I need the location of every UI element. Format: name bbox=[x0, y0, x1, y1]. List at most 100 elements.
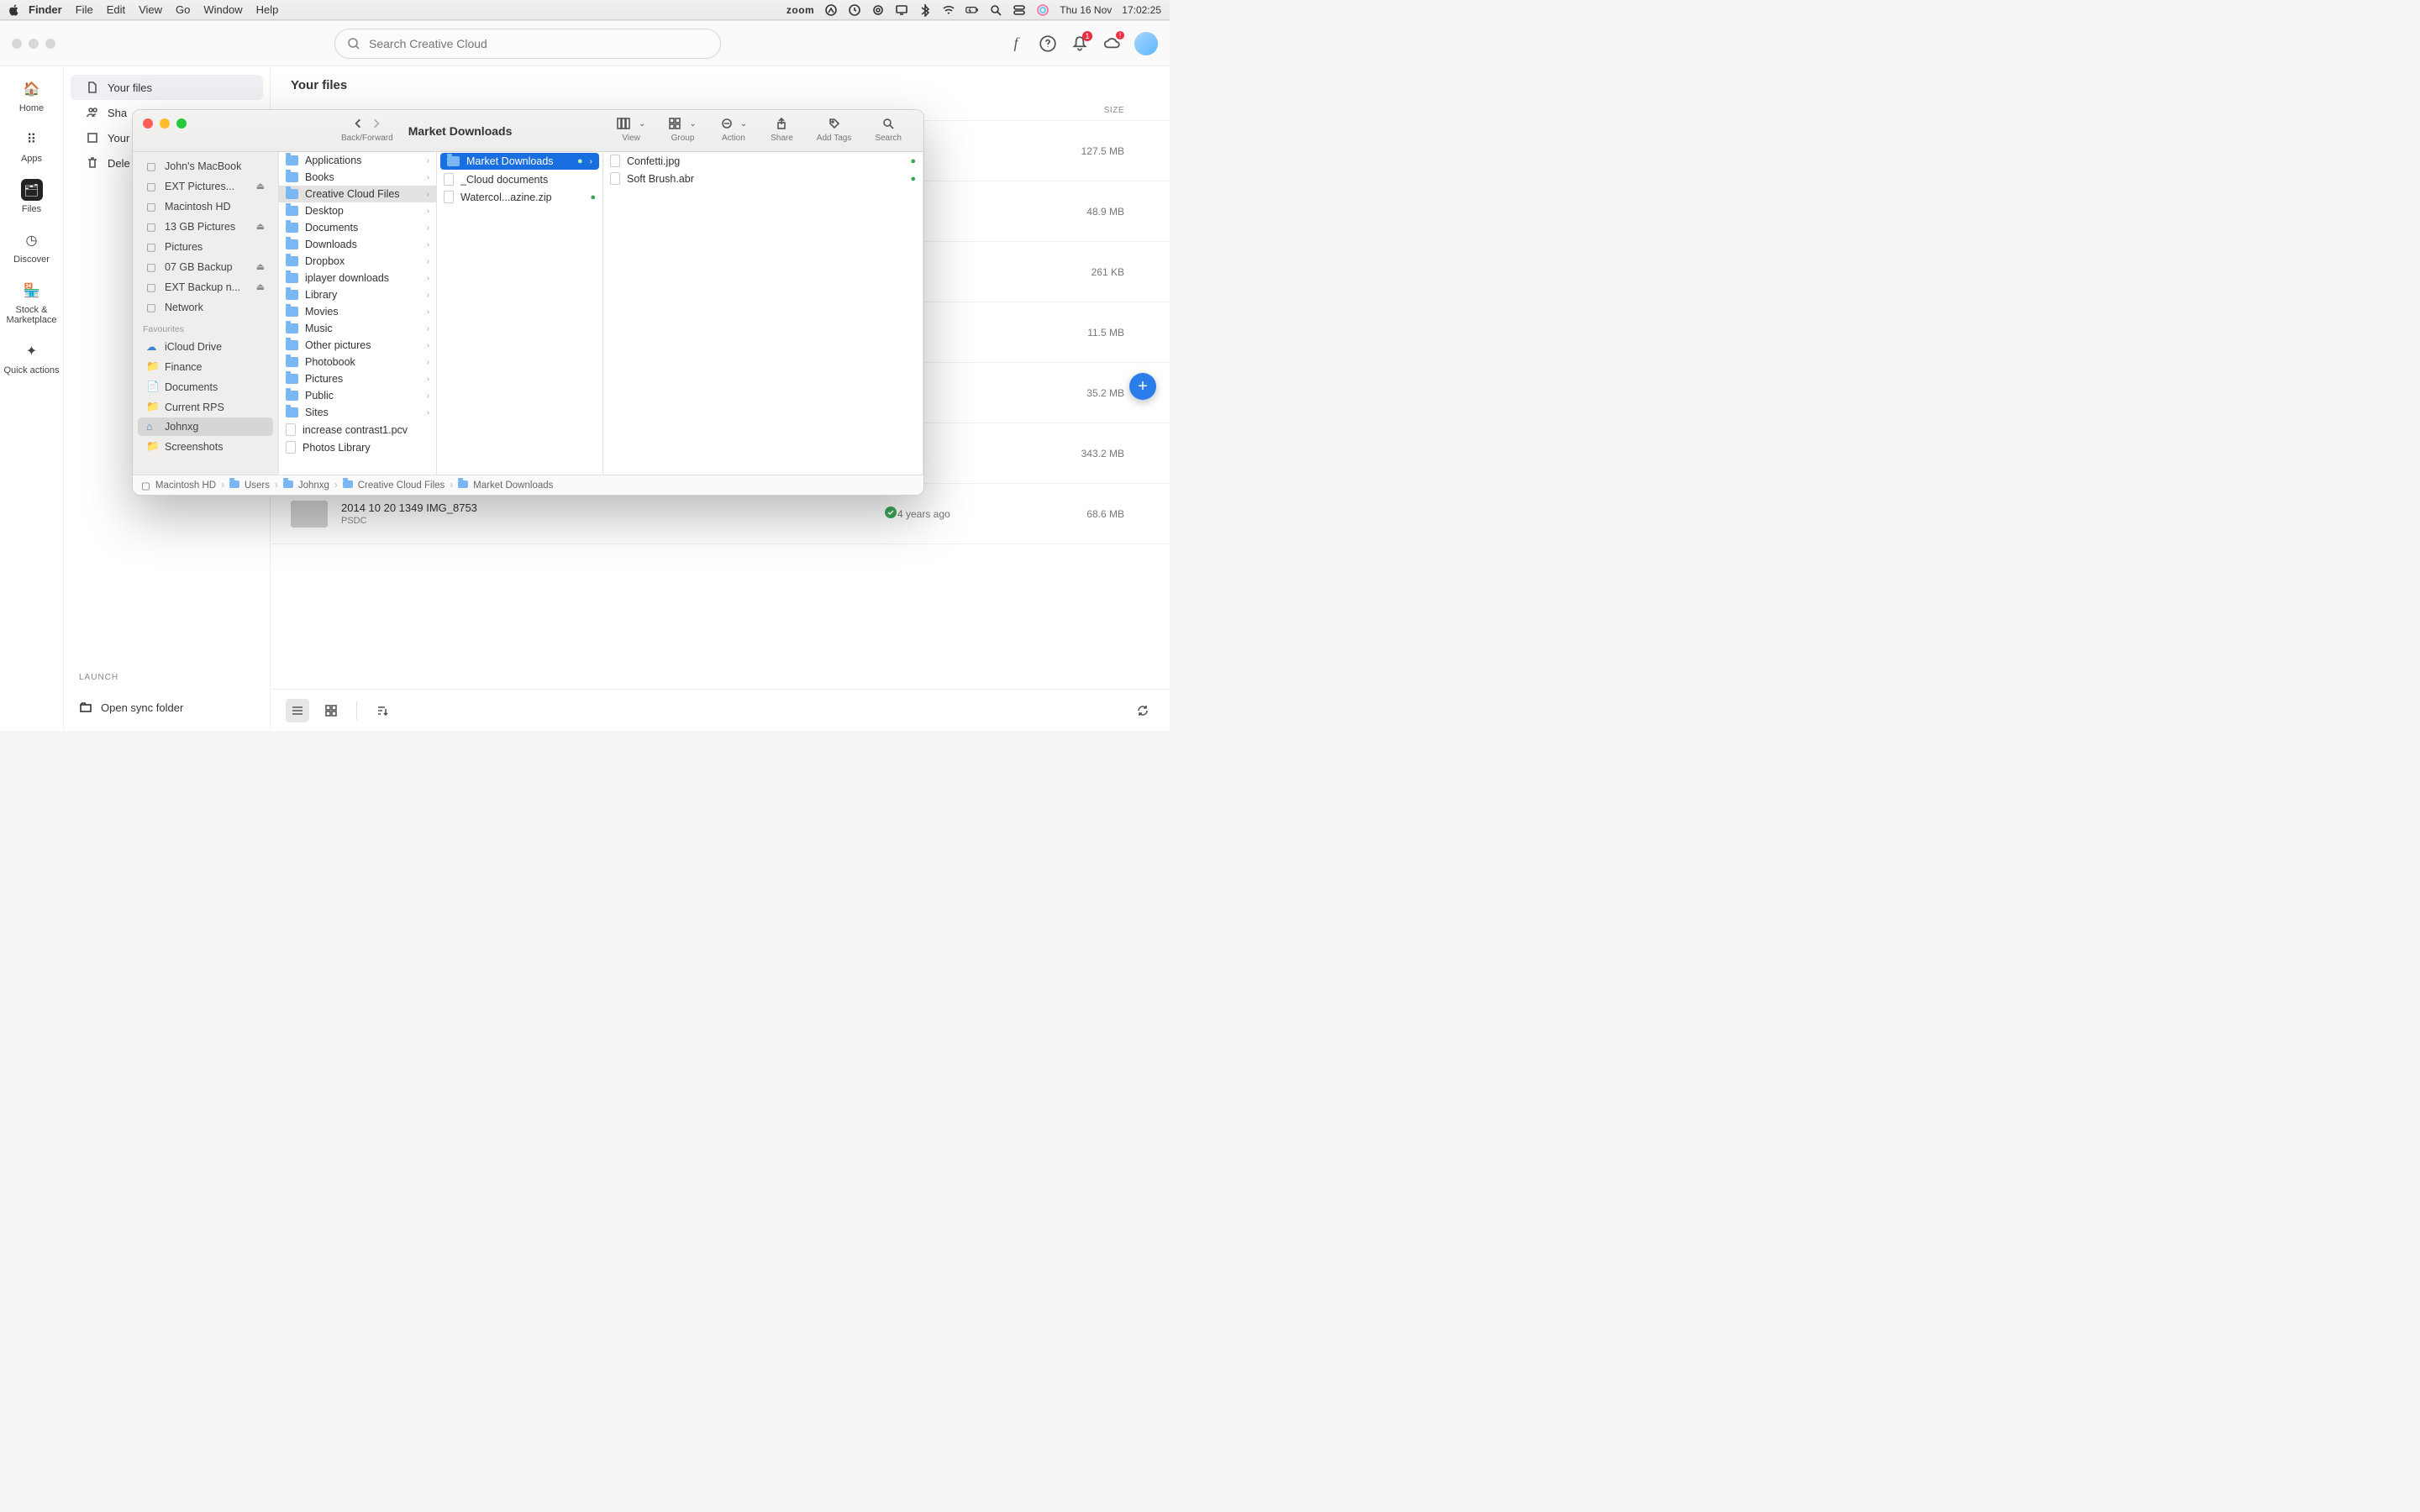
file-type: PSDC bbox=[341, 516, 884, 526]
zoom-menubar-icon[interactable]: zoom bbox=[786, 4, 814, 16]
path-segment[interactable]: Users bbox=[245, 480, 270, 491]
sidebar-location[interactable]: ▢Pictures bbox=[138, 237, 273, 256]
finder-item[interactable]: Applications› bbox=[279, 152, 436, 169]
finder-path-bar[interactable]: ▢Macintosh HD›Users›Johnxg›Creative Clou… bbox=[133, 475, 923, 495]
menu-window[interactable]: Window bbox=[203, 3, 242, 16]
toolbar-tags[interactable]: Add Tags bbox=[817, 115, 852, 143]
finder-item[interactable]: Photos Library bbox=[279, 438, 436, 456]
finder-column-1: Applications›Books›Creative Cloud Files›… bbox=[279, 152, 437, 475]
path-segment[interactable]: Market Downloads bbox=[473, 480, 553, 491]
open-sync-folder[interactable]: Open sync folder bbox=[64, 692, 270, 722]
wifi-icon[interactable] bbox=[942, 3, 955, 17]
notifications-icon[interactable]: 1 bbox=[1071, 34, 1089, 53]
sidebar-location[interactable]: ▢07 GB Backup⏏ bbox=[138, 257, 273, 276]
sidebar-location[interactable]: ▢John's MacBook bbox=[138, 156, 273, 176]
nordvpn-icon[interactable] bbox=[824, 3, 838, 17]
finder-item[interactable]: Pictures› bbox=[279, 370, 436, 387]
path-segment[interactable]: Macintosh HD bbox=[155, 480, 216, 491]
rail-quick-actions[interactable]: ✦Quick actions bbox=[0, 337, 63, 379]
rail-home[interactable]: 🏠Home bbox=[0, 75, 63, 117]
toolbar-group[interactable]: ⌄Group bbox=[669, 115, 696, 143]
sidebar-favourite[interactable]: ⌂Johnxg bbox=[138, 417, 273, 436]
toolbar-share[interactable]: Share bbox=[771, 115, 793, 143]
spotlight-icon[interactable] bbox=[989, 3, 1002, 17]
finder-item[interactable]: Downloads› bbox=[279, 236, 436, 253]
menu-view[interactable]: View bbox=[139, 3, 162, 16]
help-icon[interactable] bbox=[1039, 34, 1057, 53]
sidebar-favourite[interactable]: 📄Documents bbox=[138, 377, 273, 396]
finder-title: Market Downloads bbox=[408, 124, 513, 138]
grid-view-button[interactable] bbox=[319, 699, 343, 722]
menubar-app-name[interactable]: Finder bbox=[29, 3, 62, 16]
toolbar-search[interactable]: Search bbox=[875, 115, 902, 143]
toolbar-action[interactable]: ⌄Action bbox=[720, 115, 747, 143]
sidebar-location[interactable]: ▢Network bbox=[138, 297, 273, 317]
menubar-date[interactable]: Thu 16 Nov bbox=[1060, 4, 1112, 16]
fonts-icon[interactable]: f bbox=[1007, 34, 1025, 53]
battery-icon[interactable] bbox=[965, 3, 979, 17]
finder-item[interactable]: Music› bbox=[279, 320, 436, 337]
menu-help[interactable]: Help bbox=[256, 3, 279, 16]
sidebar-favourite[interactable]: 📁Screenshots bbox=[138, 437, 273, 456]
path-segment[interactable]: Johnxg bbox=[298, 480, 329, 491]
cc-search-input[interactable] bbox=[369, 37, 708, 50]
finder-item[interactable]: Market Downloads●› bbox=[440, 153, 599, 170]
path-segment[interactable]: Creative Cloud Files bbox=[358, 480, 445, 491]
finder-item[interactable]: Books› bbox=[279, 169, 436, 186]
list-view-button[interactable] bbox=[286, 699, 309, 722]
menu-edit[interactable]: Edit bbox=[107, 3, 125, 16]
cloud-status-icon[interactable]: ! bbox=[1102, 34, 1121, 53]
finder-item[interactable]: Movies› bbox=[279, 303, 436, 320]
favourites-header: Favourites bbox=[133, 318, 278, 336]
cc-footer bbox=[271, 689, 1170, 731]
refresh-button[interactable] bbox=[1131, 699, 1155, 722]
finder-item[interactable]: increase contrast1.pcv bbox=[279, 421, 436, 438]
rail-apps[interactable]: ⠿Apps bbox=[0, 125, 63, 167]
finder-item[interactable]: Creative Cloud Files› bbox=[279, 186, 436, 202]
finder-item[interactable]: Watercol...azine.zip● bbox=[437, 188, 602, 206]
sort-button[interactable] bbox=[371, 699, 394, 722]
rail-files[interactable]: 🗂Files bbox=[0, 176, 63, 218]
side-your-files[interactable]: Your files bbox=[71, 75, 263, 100]
display-icon[interactable] bbox=[895, 3, 908, 17]
control-center-icon[interactable] bbox=[1013, 3, 1026, 17]
notification-badge: 1 bbox=[1082, 31, 1092, 41]
menubar-time[interactable]: 17:02:25 bbox=[1122, 4, 1161, 16]
finder-item[interactable]: Desktop› bbox=[279, 202, 436, 219]
rail-stock[interactable]: 🏪Stock & Marketplace bbox=[0, 276, 63, 328]
back-forward-group[interactable]: Back/Forward bbox=[341, 115, 393, 143]
airplay-icon[interactable] bbox=[871, 3, 885, 17]
user-avatar[interactable] bbox=[1134, 32, 1158, 55]
sidebar-location[interactable]: ▢Macintosh HD bbox=[138, 197, 273, 216]
finder-item[interactable]: Other pictures› bbox=[279, 337, 436, 354]
finder-item[interactable]: Photobook› bbox=[279, 354, 436, 370]
col-size[interactable]: SIZE bbox=[1049, 106, 1150, 115]
finder-item[interactable]: Library› bbox=[279, 286, 436, 303]
rail-discover[interactable]: ◷Discover bbox=[0, 226, 63, 268]
finder-item[interactable]: Soft Brush.abr● bbox=[603, 170, 923, 187]
sidebar-location[interactable]: ▢EXT Backup n...⏏ bbox=[138, 277, 273, 297]
sidebar-location[interactable]: ▢EXT Pictures...⏏ bbox=[138, 176, 273, 196]
timemachine-icon[interactable] bbox=[848, 3, 861, 17]
menu-go[interactable]: Go bbox=[176, 3, 190, 16]
finder-item[interactable]: iplayer downloads› bbox=[279, 270, 436, 286]
finder-item[interactable]: Public› bbox=[279, 387, 436, 404]
add-button[interactable]: + bbox=[1129, 373, 1156, 400]
bluetooth-icon[interactable] bbox=[918, 3, 932, 17]
sidebar-favourite[interactable]: ☁iCloud Drive bbox=[138, 337, 273, 356]
finder-traffic-lights[interactable] bbox=[143, 118, 187, 129]
toolbar-view[interactable]: ⌄View bbox=[617, 115, 645, 143]
finder-item[interactable]: _Cloud documents bbox=[437, 171, 602, 188]
menu-file[interactable]: File bbox=[76, 3, 93, 16]
siri-icon[interactable] bbox=[1036, 3, 1050, 17]
cc-traffic-lights[interactable] bbox=[12, 39, 55, 49]
sidebar-favourite[interactable]: 📁Finance bbox=[138, 357, 273, 376]
sidebar-location[interactable]: ▢13 GB Pictures⏏ bbox=[138, 217, 273, 236]
finder-item[interactable]: Documents› bbox=[279, 219, 436, 236]
finder-item[interactable]: Dropbox› bbox=[279, 253, 436, 270]
search-icon bbox=[347, 37, 360, 50]
sidebar-favourite[interactable]: 📁Current RPS bbox=[138, 397, 273, 417]
cc-search[interactable] bbox=[334, 29, 721, 59]
finder-item[interactable]: Confetti.jpg● bbox=[603, 152, 923, 170]
finder-item[interactable]: Sites› bbox=[279, 404, 436, 421]
